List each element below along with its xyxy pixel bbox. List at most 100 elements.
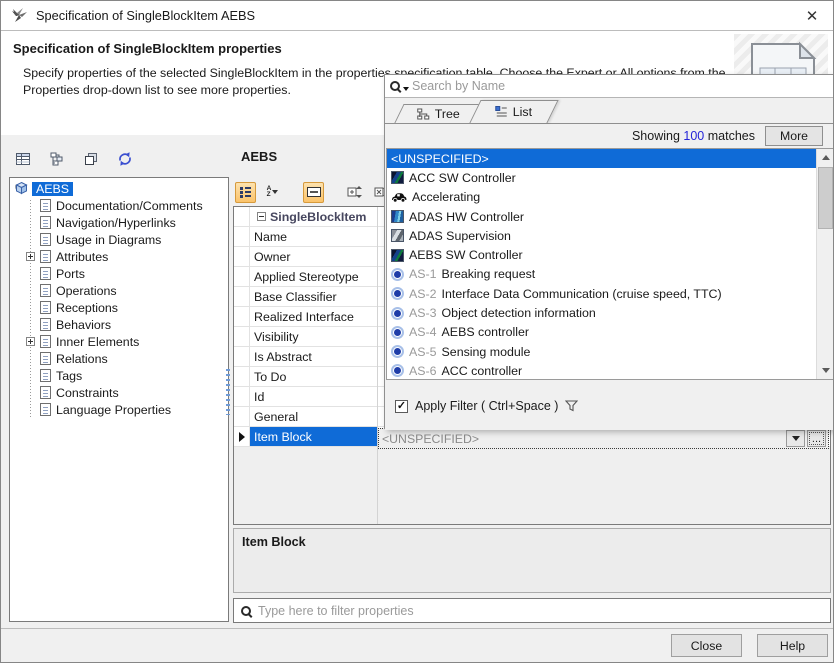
property-label: To Do (250, 367, 377, 386)
filter-properties-input[interactable] (258, 604, 830, 618)
requirement-icon (391, 287, 404, 300)
tree-item-constraints[interactable]: Constraints (10, 384, 228, 401)
list-item-label: AEBS controller (442, 325, 529, 339)
element-tree-panel: AEBS Documentation/Comments Navigation/H… (9, 177, 229, 622)
search-icon (241, 606, 251, 616)
tree-item-documentation-comments[interactable]: Documentation/Comments (10, 197, 228, 214)
list-item-acc-sw-controller[interactable]: ACC SW Controller (387, 168, 816, 187)
list-item-accelerating[interactable]: Accelerating (387, 188, 816, 207)
document-icon (40, 386, 51, 399)
scroll-down-icon[interactable] (817, 362, 834, 379)
dropdown-arrow-button[interactable] (786, 430, 805, 447)
scrollbar-thumb[interactable] (818, 167, 833, 229)
list-item-unspecified[interactable]: <UNSPECIFIED> (387, 149, 816, 168)
scroll-up-icon[interactable] (817, 149, 834, 166)
more-button[interactable]: More (765, 126, 823, 146)
document-icon (40, 250, 51, 263)
window-title: Specification of SingleBlockItem AEBS (36, 8, 255, 23)
tree-item-receptions[interactable]: Receptions (10, 299, 228, 316)
list-item-as2[interactable]: AS-2Interface Data Communication (cruise… (387, 284, 816, 303)
property-label: Owner (250, 247, 377, 266)
selected-row-arrow-icon (239, 432, 245, 442)
property-label: Base Classifier (250, 287, 377, 306)
list-item-label: Sensing module (442, 345, 531, 359)
requirement-icon (391, 364, 404, 377)
categorized-view-icon[interactable] (235, 182, 256, 203)
search-caret-icon[interactable] (403, 87, 409, 91)
tree-item-root[interactable]: AEBS (10, 180, 228, 197)
description-panel: Item Block (233, 528, 831, 593)
row-gutter (234, 207, 250, 226)
ellipsis-button[interactable]: ... (807, 430, 826, 447)
document-icon (40, 318, 51, 331)
list-item-label: <UNSPECIFIED> (391, 152, 489, 166)
list-item-as4[interactable]: AS-4 AEBS controller (387, 323, 816, 342)
tree-item-inner-elements[interactable]: Inner Elements (10, 333, 228, 350)
tree-root-label: AEBS (32, 182, 73, 196)
tree-item-relations[interactable]: Relations (10, 350, 228, 367)
document-icon (40, 233, 51, 246)
list-item-as6[interactable]: AS-6ACC controller (387, 361, 816, 380)
property-label: Name (250, 227, 377, 246)
copy-icon[interactable] (81, 149, 101, 169)
panel-splitter-handle[interactable] (226, 369, 230, 415)
expand-plus-icon[interactable] (26, 337, 35, 346)
page-title: Specification of SingleBlockItem propert… (13, 41, 282, 56)
tree-item-usage-in-diagrams[interactable]: Usage in Diagrams (10, 231, 228, 248)
apply-filter-row: ✓ Apply Filter ( Ctrl+Space ) (395, 386, 578, 426)
tree-item-navigation-hyperlinks[interactable]: Navigation/Hyperlinks (10, 214, 228, 231)
apply-filter-checkbox[interactable]: ✓ (395, 400, 408, 413)
tree-item-ports[interactable]: Ports (10, 265, 228, 282)
tree-toolbar (13, 149, 135, 169)
close-icon[interactable]: ✕ (791, 1, 833, 30)
apply-filter-label: Apply Filter ( Ctrl+Space ) (415, 399, 558, 413)
item-block-value-editor[interactable]: <UNSPECIFIED> ... (378, 428, 829, 449)
editor-value: <UNSPECIFIED> (379, 432, 786, 446)
list-item-as1[interactable]: AS-1Breaking request (387, 265, 816, 284)
properties-filter (233, 598, 831, 623)
search-by-name-input[interactable] (412, 79, 833, 93)
list-item-id: AS-5 (409, 345, 437, 359)
list-item-as5[interactable]: AS-5 Sensing module (387, 342, 816, 361)
tree-item-language-properties[interactable]: Language Properties (10, 401, 228, 418)
list-item-as3[interactable]: AS-3Object detection information (387, 303, 816, 322)
show-description-icon[interactable] (303, 182, 324, 203)
collapse-minus-icon[interactable] (257, 212, 266, 221)
tree-view-icon[interactable] (47, 149, 67, 169)
list-item-adas-hw-controller[interactable]: ADAS HW Controller (387, 207, 816, 226)
list-item-label: ACC SW Controller (409, 171, 516, 185)
tree-item-operations[interactable]: Operations (10, 282, 228, 299)
tree-item-label: Navigation/Hyperlinks (56, 216, 176, 230)
list-item-id: AS-4 (409, 325, 437, 339)
expand-nodes-icon[interactable] (344, 182, 365, 203)
list-item-aebs-sw-controller[interactable]: AEBS SW Controller (387, 245, 816, 264)
matches-count: 100 (683, 129, 704, 143)
sort-alphabetically-icon[interactable]: AZ (262, 182, 283, 203)
tree-item-label: Operations (56, 284, 117, 298)
tree-item-behaviors[interactable]: Behaviors (10, 316, 228, 333)
list-tab-icon (495, 106, 508, 118)
refresh-icon[interactable] (115, 149, 135, 169)
thumbnail-icon (391, 249, 404, 262)
block-cube-icon (14, 181, 29, 196)
document-icon (40, 369, 51, 382)
thumbnail-icon (391, 229, 404, 242)
tree-item-label: Documentation/Comments (56, 199, 203, 213)
tree-item-label: Usage in Diagrams (56, 233, 161, 247)
property-label: Id (250, 387, 377, 406)
list-scrollbar[interactable] (816, 149, 833, 379)
thumbnail-icon (391, 210, 404, 223)
table-view-icon[interactable] (13, 149, 33, 169)
expand-plus-icon[interactable] (26, 252, 35, 261)
matches-bar: Showing 100 matches More (385, 124, 833, 148)
tab-list[interactable]: List (469, 100, 558, 123)
filter-funnel-icon[interactable] (565, 400, 578, 412)
tree-item-tags[interactable]: Tags (10, 367, 228, 384)
document-icon (40, 216, 51, 229)
list-item-adas-supervision[interactable]: ADAS Supervision (387, 226, 816, 245)
help-button[interactable]: Help (757, 634, 828, 657)
close-button[interactable]: Close (671, 634, 742, 657)
tree-item-label: Relations (56, 352, 108, 366)
tree-item-attributes[interactable]: Attributes (10, 248, 228, 265)
thumbnail-icon (391, 171, 404, 184)
